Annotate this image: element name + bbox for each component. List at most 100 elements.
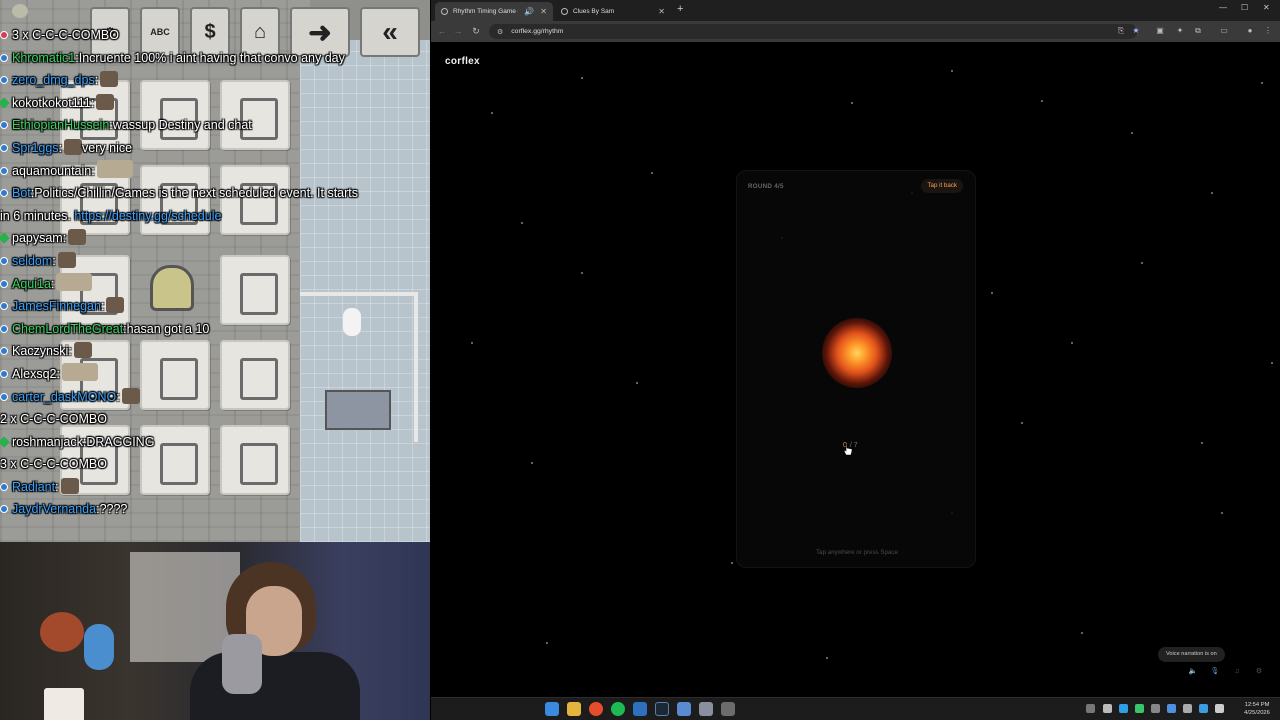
rhythm-game-card[interactable]: ROUND 4/5 Tap it back 0 / 7 Tap anywhere…: [736, 170, 976, 568]
chat-username[interactable]: Khromatic1: [12, 51, 75, 65]
close-icon[interactable]: ✕: [658, 7, 665, 16]
chat-message: Khromatic1:Incruente 100% i aint having …: [0, 47, 430, 70]
user-badge-icon: [0, 302, 8, 311]
colon: :: [58, 140, 63, 155]
colon: :: [91, 163, 95, 178]
chat-username[interactable]: Kaczynski: [12, 344, 68, 358]
colon: :: [56, 366, 60, 381]
chat-username[interactable]: zero_dmg_dps: [12, 73, 95, 87]
side-panel-icon[interactable]: ▭: [1219, 26, 1229, 36]
extension-icon[interactable]: ▣: [1155, 26, 1165, 36]
emote-icon: [56, 272, 93, 291]
tray-chevron-icon[interactable]: [1086, 704, 1095, 713]
clock-date: 4/25/2026: [1244, 710, 1270, 716]
app-icon[interactable]: [677, 702, 691, 716]
spotify-icon[interactable]: [611, 702, 625, 716]
star: [851, 102, 853, 104]
settings-app-icon[interactable]: [699, 702, 713, 716]
tray-icon[interactable]: [1183, 704, 1192, 713]
speaker-icon[interactable]: 🔊: [524, 7, 534, 16]
chat-username[interactable]: seldom: [12, 254, 52, 268]
emote-icon: [121, 387, 140, 404]
chat-username[interactable]: Alexsq2: [12, 367, 56, 381]
star: [636, 382, 638, 384]
maximize-icon[interactable]: ☐: [1241, 3, 1248, 12]
colon: :: [68, 344, 72, 359]
close-icon[interactable]: ✕: [540, 7, 547, 16]
browser-window: Rhythm Timing Game — F 🔊 ✕ Clues By Sam …: [431, 0, 1280, 697]
webcam-feed: [0, 542, 430, 720]
network-icon[interactable]: [1199, 704, 1208, 713]
mute-icon[interactable]: 🔈: [1188, 667, 1198, 677]
chat-text: very nice: [82, 140, 133, 155]
chat-username[interactable]: roshmanjack: [12, 435, 83, 449]
extension-icon[interactable]: ✦: [1175, 26, 1185, 36]
start-icon[interactable]: [545, 702, 559, 716]
chat-username[interactable]: kokotkokot111: [12, 96, 91, 110]
steam-icon[interactable]: [655, 702, 669, 716]
chat-username[interactable]: Spr1ggs: [12, 141, 59, 155]
user-badge-icon: [0, 482, 8, 491]
avatar: [12, 4, 28, 18]
tab-clues[interactable]: Clues By Sam ✕: [555, 2, 671, 21]
user-badge-icon: [0, 324, 8, 333]
menu-icon[interactable]: ⋮: [1263, 26, 1273, 36]
chat-username[interactable]: papysam: [12, 231, 63, 245]
address-bar[interactable]: ⚙ corflex.gg/rhythm: [489, 24, 1137, 39]
tray-icon[interactable]: [1103, 704, 1112, 713]
star: [546, 642, 548, 644]
volume-icon[interactable]: [1215, 704, 1224, 713]
chrome-icon[interactable]: [589, 702, 603, 716]
chat-username[interactable]: Bot: [12, 186, 31, 200]
chat-username[interactable]: 3 x: [0, 457, 20, 471]
star: [991, 292, 993, 294]
chat-username[interactable]: JamesFinnegan: [12, 299, 101, 313]
chat-username[interactable]: Aqui1a: [12, 277, 51, 291]
app-icon[interactable]: [721, 702, 735, 716]
chat-message: Kaczynski:: [0, 340, 430, 363]
tray-icon[interactable]: [1151, 704, 1160, 713]
star: [826, 657, 828, 659]
chat-link[interactable]: https://destiny.gg/schedule: [74, 209, 221, 223]
chat-username[interactable]: JaydrVernanda: [12, 502, 96, 516]
star: [1131, 132, 1133, 134]
extensions-puzzle-icon[interactable]: ⧉: [1193, 26, 1203, 36]
tray-icon[interactable]: [1119, 704, 1128, 713]
back-icon[interactable]: ←: [435, 24, 449, 38]
chat-username[interactable]: 2 x: [0, 412, 20, 426]
chat-message: ChemLordTheGreat:hasan got a 10: [0, 318, 430, 341]
chat-message: Alexsq2:: [0, 362, 430, 386]
new-tab-icon[interactable]: +: [677, 3, 683, 15]
settings-icon[interactable]: ⚙: [1254, 667, 1264, 677]
music-icon[interactable]: ♫: [1232, 667, 1242, 677]
tray-icon[interactable]: [1167, 704, 1176, 713]
chat-username[interactable]: Radiant: [12, 480, 55, 494]
chat-username[interactable]: ChemLordTheGreat: [12, 322, 123, 336]
chat-message: Bot:Politics/Chillin/Games is the next s…: [0, 182, 430, 205]
file-explorer-icon[interactable]: [567, 702, 581, 716]
chat-username[interactable]: carter_daskMONO: [12, 390, 116, 404]
voice-icon[interactable]: 🎙: [1210, 667, 1220, 677]
bookmark-star-icon[interactable]: ★: [1131, 26, 1141, 36]
chat-username[interactable]: 3 x: [12, 28, 32, 42]
browser-toolbar: ← → ↻ ⚙ corflex.gg/rhythm ⎘ ★ ▣ ✦ ⧉ ▭ ● …: [431, 21, 1280, 42]
reload-icon[interactable]: ↻: [469, 24, 483, 38]
user-badge-icon: [0, 143, 8, 152]
site-logo[interactable]: corflex: [445, 56, 480, 67]
close-window-icon[interactable]: ✕: [1263, 3, 1270, 12]
minimize-icon[interactable]: —: [1219, 3, 1227, 12]
system-clock[interactable]: 12:54 PM 4/25/2026: [1239, 701, 1275, 717]
install-icon[interactable]: ⎘: [1116, 26, 1126, 36]
profile-icon[interactable]: ●: [1245, 26, 1255, 36]
emote-icon: [60, 477, 79, 494]
tab-rhythm[interactable]: Rhythm Timing Game — F 🔊 ✕: [435, 2, 553, 21]
site-info-icon[interactable]: ⚙: [497, 28, 503, 36]
chat-message: aquamountain:: [0, 159, 430, 183]
chat-username[interactable]: aquamountain: [12, 164, 91, 178]
forward-icon[interactable]: →: [451, 24, 465, 38]
star: [1071, 342, 1073, 344]
telegram-icon[interactable]: [633, 702, 647, 716]
chat-username[interactable]: EthiopianHussein: [12, 118, 109, 132]
emote-icon: [96, 159, 133, 178]
tray-icon[interactable]: [1135, 704, 1144, 713]
